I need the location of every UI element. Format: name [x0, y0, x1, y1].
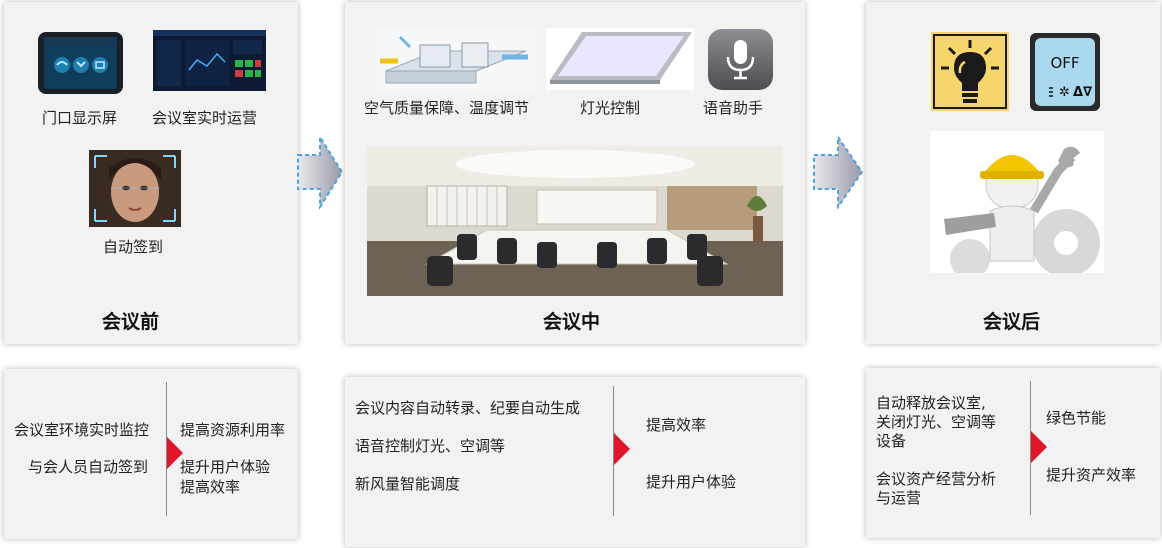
during-benefit-2: 提升用户体验 — [646, 473, 737, 491]
during-meeting-title: 会议中 — [543, 311, 601, 333]
svg-text:Δ∇: Δ∇ — [1073, 85, 1093, 100]
dashboard-screen-icon — [153, 30, 266, 91]
after-feature-4: 会议资产经营分析 — [876, 470, 997, 488]
label-door-display: 门口显示屏 — [42, 109, 118, 127]
tablet-screen-icon — [37, 31, 124, 95]
worker-wrench-icon — [930, 131, 1104, 273]
after-feature-2: 关闭灯光、空调等 — [876, 413, 997, 431]
off-switch-icon: ✲ Δ∇ OFF — [1029, 32, 1101, 112]
face-recognition-icon — [89, 150, 181, 227]
lightbulb-icon — [931, 32, 1009, 111]
microphone-icon — [707, 28, 774, 91]
label-auto-checkin: 自动签到 — [103, 238, 164, 256]
after-feature-5: 与运营 — [876, 489, 922, 507]
flow-arrow-1 — [296, 133, 344, 211]
before-benefit-2: 提升用户体验 — [180, 458, 271, 476]
flow-arrow-2 — [812, 133, 864, 211]
after-red-pointer — [1031, 431, 1047, 463]
before-feature-2: 与会人员自动签到 — [28, 458, 149, 476]
after-benefit-1: 绿色节能 — [1046, 409, 1107, 427]
after-feature-3: 设备 — [876, 432, 907, 450]
during-feature-3: 新风量智能调度 — [355, 475, 461, 493]
off-label: OFF — [1050, 54, 1080, 72]
during-red-pointer — [614, 433, 630, 465]
label-room-realtime-ops: 会议室实时运营 — [152, 109, 258, 127]
after-feature-1: 自动释放会议室, — [876, 394, 986, 412]
label-voice-assistant: 语音助手 — [703, 99, 764, 117]
label-air-quality: 空气质量保障、温度调节 — [364, 99, 530, 117]
before-benefit-1: 提高资源利用率 — [180, 421, 286, 439]
during-feature-1: 会议内容自动转录、纪要自动生成 — [355, 399, 581, 417]
before-benefit-3: 提高效率 — [180, 478, 241, 496]
after-meeting-title: 会议后 — [983, 311, 1041, 333]
during-feature-2: 语音控制灯光、空调等 — [355, 437, 506, 455]
meeting-room-photo — [367, 146, 783, 296]
before-meeting-title: 会议前 — [102, 311, 160, 333]
ceiling-light-icon — [546, 28, 694, 90]
before-benefits-panel — [4, 369, 298, 539]
after-benefit-2: 提升资产效率 — [1046, 466, 1137, 484]
svg-text:✲: ✲ — [1059, 85, 1070, 100]
during-benefit-1: 提高效率 — [646, 416, 707, 434]
label-lighting-control: 灯光控制 — [580, 99, 641, 117]
hvac-diagram-icon — [376, 27, 536, 93]
before-feature-1: 会议室环境实时监控 — [14, 421, 150, 439]
